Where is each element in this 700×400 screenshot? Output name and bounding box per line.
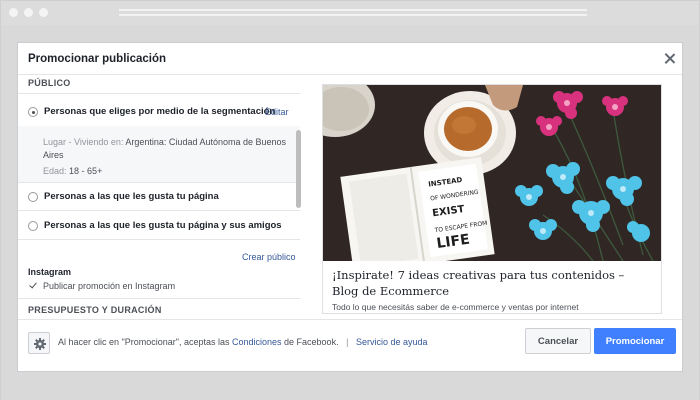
dialog-title: Promocionar publicación	[28, 53, 167, 65]
dialog-header: Promocionar publicación	[18, 43, 682, 75]
budget-section-label: PRESUPUESTO Y DURACIÓN	[28, 305, 162, 315]
radio-selected[interactable]	[28, 107, 38, 117]
terms-prefix: Al hacer clic en "Promocionar", aceptas …	[58, 337, 230, 347]
option-label: Personas que eliges por medio de la segm…	[44, 106, 276, 117]
option-label: Personas a las que les gusta tu página	[44, 191, 219, 202]
age-detail: Edad: 18 - 65+	[43, 166, 102, 176]
address-bar-line	[119, 9, 587, 11]
location-label: Lugar - Viviendo en:	[43, 137, 124, 147]
checkmark-icon[interactable]	[28, 281, 38, 291]
edit-audience-link[interactable]: Editar	[265, 107, 289, 117]
window-close-dot[interactable]	[9, 8, 18, 17]
divider	[18, 182, 300, 183]
location-detail: Lugar - Viviendo en: Argentina: Ciudad A…	[43, 137, 286, 147]
footer-separator: |	[346, 337, 349, 347]
post-description: Todo lo que necesitás saber de e-commerc…	[332, 302, 579, 312]
audience-option-page-likes[interactable]: Personas a las que les gusta tu página	[28, 190, 298, 206]
divider	[18, 298, 300, 299]
instagram-label: Instagram	[28, 267, 72, 277]
audience-section-label: PÚBLICO	[28, 78, 71, 88]
age-value: 18 - 65+	[69, 166, 103, 176]
location-value-continued: Aires	[43, 150, 64, 160]
cancel-button[interactable]: Cancelar	[525, 328, 591, 354]
audience-option-segmentation[interactable]: Personas que eliges por medio de la segm…	[28, 105, 298, 121]
scrollbar-thumb[interactable]	[296, 130, 301, 208]
promote-post-dialog: Promocionar publicación PÚBLICO Personas…	[17, 42, 683, 372]
age-label: Edad:	[43, 166, 67, 176]
terms-suffix: de Facebook.	[284, 337, 339, 347]
promote-button[interactable]: Promocionar	[594, 328, 676, 354]
divider	[18, 93, 300, 94]
audience-details: Lugar - Viviendo en: Argentina: Ciudad A…	[18, 126, 300, 182]
preview-pane: INSTEAD OF WONDERING EXIST TO ESCAPE FRO…	[314, 76, 672, 316]
close-icon[interactable]	[663, 52, 677, 66]
instagram-checkbox-label[interactable]: Publicar promoción en Instagram	[43, 281, 175, 291]
window-maximize-dot[interactable]	[39, 8, 48, 17]
dialog-footer: Al hacer clic en "Promocionar", aceptas …	[18, 319, 682, 371]
create-audience-link[interactable]: Crear público	[242, 252, 296, 262]
window-minimize-dot[interactable]	[24, 8, 33, 17]
terms-link[interactable]: Condiciones	[232, 337, 282, 347]
radio-unselected[interactable]	[28, 192, 38, 202]
radio-unselected[interactable]	[28, 221, 38, 231]
option-label: Personas a las que les gusta tu página y…	[44, 220, 282, 231]
post-preview-card: INSTEAD OF WONDERING EXIST TO ESCAPE FRO…	[322, 84, 662, 314]
address-bar-line	[119, 14, 587, 16]
help-link[interactable]: Servicio de ayuda	[356, 337, 428, 347]
post-title[interactable]: ¡Inspirate! 7 ideas creativas para tus c…	[332, 267, 654, 299]
audience-option-page-likes-friends[interactable]: Personas a las que les gusta tu página y…	[28, 219, 298, 235]
post-image-illustration: INSTEAD OF WONDERING EXIST TO ESCAPE FRO…	[323, 85, 661, 261]
divider	[18, 239, 300, 240]
settings-button[interactable]	[28, 332, 50, 354]
gear-icon	[34, 338, 46, 350]
terms-text: Al hacer clic en "Promocionar", aceptas …	[58, 337, 428, 347]
divider	[18, 210, 300, 211]
browser-toolbar	[1, 1, 699, 25]
location-value: Argentina: Ciudad Autónoma de Buenos	[125, 137, 287, 147]
post-image: INSTEAD OF WONDERING EXIST TO ESCAPE FRO…	[323, 85, 661, 261]
settings-pane: PÚBLICO Personas que eliges por medio de…	[18, 76, 304, 316]
